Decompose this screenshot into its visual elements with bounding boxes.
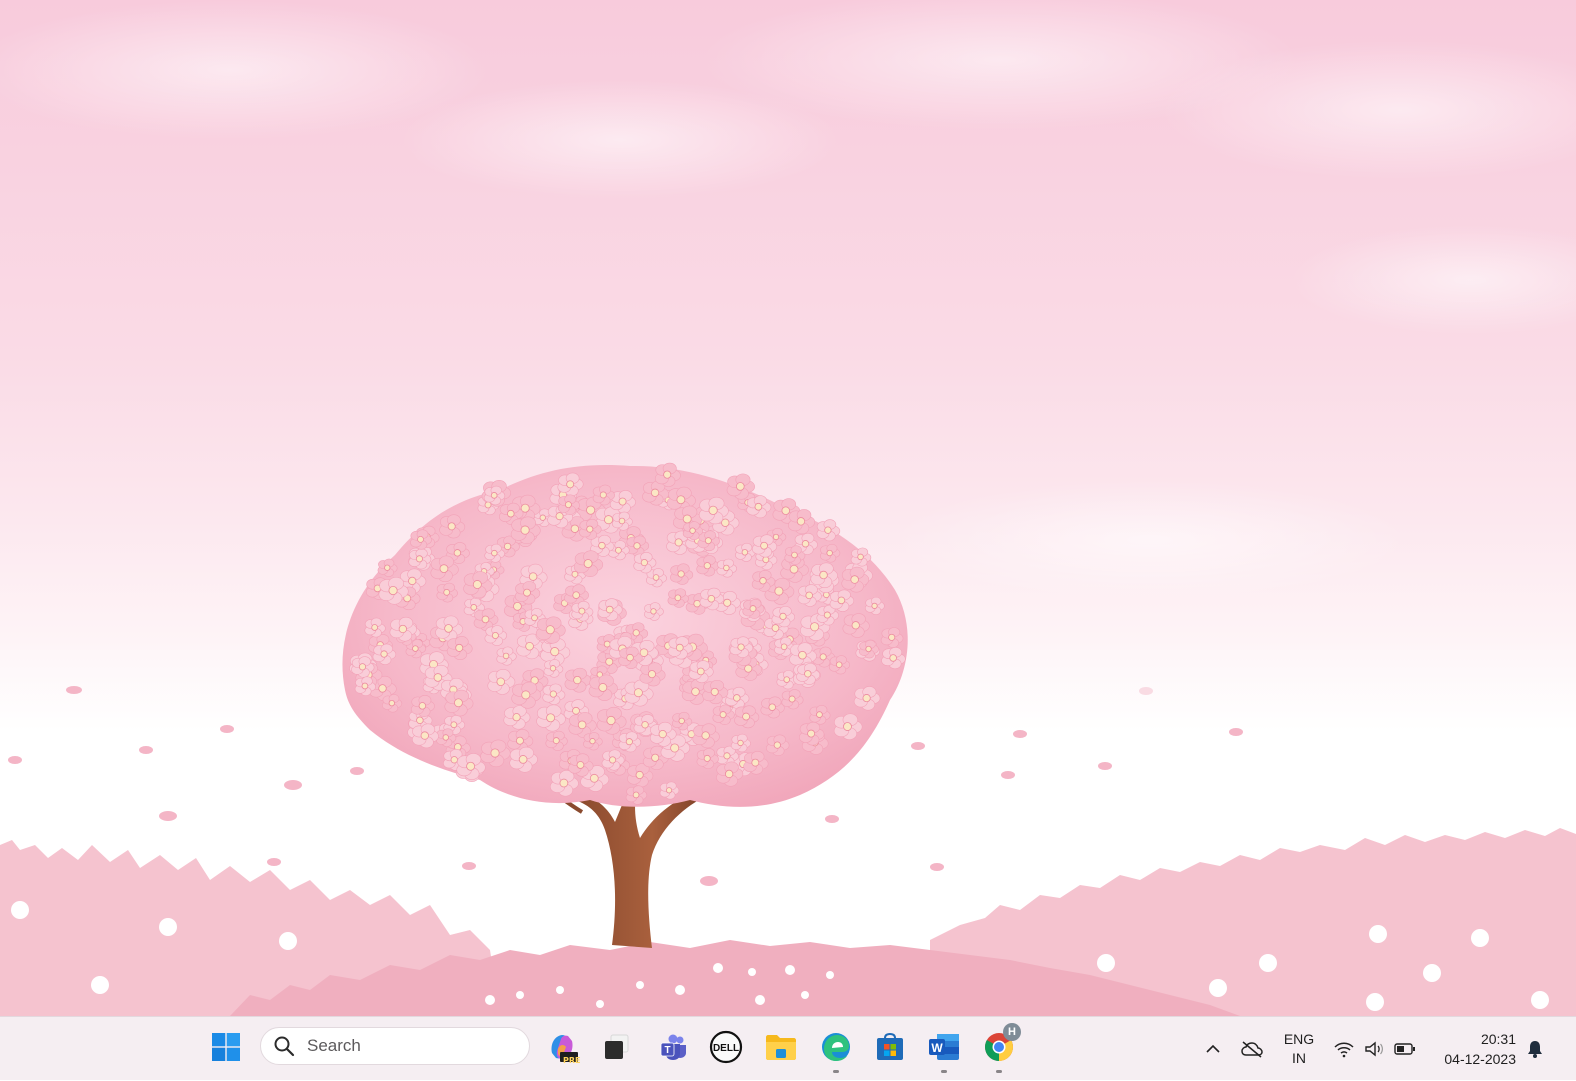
- taskbar: Search PRE T DELL W H ENG IN 20:31 04-12…: [0, 1016, 1576, 1080]
- dell-label: DELL: [713, 1043, 739, 1054]
- task-view-icon: [605, 1034, 629, 1059]
- taskbar-app-teams[interactable]: T: [651, 1025, 695, 1069]
- teams-icon: T: [660, 1034, 686, 1060]
- edge-icon: [822, 1033, 850, 1061]
- cloud-offline-icon: [1241, 1041, 1263, 1058]
- language-region: IN: [1292, 1050, 1306, 1066]
- svg-text:T: T: [664, 1045, 670, 1056]
- show-hidden-icons-button[interactable]: [1198, 1017, 1228, 1081]
- taskbar-app-chrome[interactable]: H: [977, 1023, 1021, 1073]
- search-placeholder: Search: [307, 1036, 361, 1055]
- taskbar-app-file-explorer[interactable]: [759, 1025, 803, 1069]
- chevron-up-icon: [1206, 1044, 1220, 1053]
- taskbar-app-task-view[interactable]: [594, 1025, 638, 1069]
- quick-settings-button[interactable]: [1330, 1017, 1420, 1081]
- profile-badge: H: [1003, 1023, 1021, 1041]
- clock-date: 04-12-2023: [1444, 1051, 1516, 1067]
- bell-icon: [1528, 1041, 1542, 1058]
- desktop[interactable]: [0, 0, 1576, 1016]
- running-indicator: [833, 1070, 839, 1073]
- running-indicator: [996, 1070, 1002, 1073]
- word-letter: W: [931, 1041, 943, 1055]
- cloud: [890, 480, 1410, 600]
- folder-icon: [766, 1035, 796, 1060]
- preview-badge: PRE: [563, 1056, 581, 1065]
- language-code: ENG: [1283, 1031, 1315, 1047]
- cloud: [1290, 225, 1576, 335]
- taskbar-app-dell[interactable]: DELL: [704, 1025, 748, 1069]
- notification-button[interactable]: [1520, 1017, 1550, 1081]
- taskbar-app-word[interactable]: W: [922, 1025, 966, 1073]
- search-icon: [274, 1036, 295, 1057]
- battery-icon: [1394, 1043, 1415, 1055]
- windows-logo-icon: [212, 1033, 240, 1061]
- start-button[interactable]: [204, 1025, 248, 1069]
- onedrive-button[interactable]: [1236, 1017, 1268, 1081]
- word-icon: W: [929, 1034, 959, 1060]
- wallpaper: [0, 0, 1576, 1016]
- clock[interactable]: 20:31 04-12-2023: [1426, 1017, 1516, 1081]
- taskbar-app-edge[interactable]: [814, 1025, 858, 1073]
- wifi-icon: [1334, 1042, 1354, 1058]
- dell-icon: DELL: [709, 1030, 743, 1064]
- language-indicator[interactable]: ENG IN: [1274, 1017, 1324, 1081]
- volume-icon: [1365, 1041, 1383, 1057]
- running-indicator: [941, 1070, 947, 1073]
- store-icon: [877, 1032, 903, 1060]
- taskbar-app-store[interactable]: [868, 1025, 912, 1069]
- taskbar-app-copilot[interactable]: PRE: [540, 1025, 584, 1069]
- clock-time: 20:31: [1480, 1031, 1516, 1047]
- search-box[interactable]: Search: [260, 1027, 530, 1065]
